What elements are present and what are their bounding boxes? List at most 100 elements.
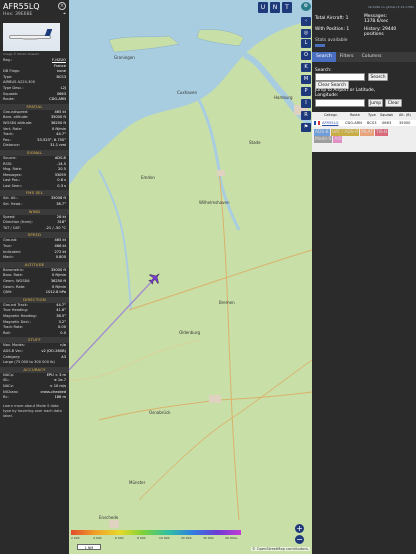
map-view[interactable]: Groningen Cuxhaven Emden Wilhelmshaven S… [69,0,312,554]
zoom-in-button[interactable]: + [295,524,304,533]
aircraft-callsign: AFR55LQ [3,2,40,11]
toggle-r-button[interactable]: R [301,111,311,120]
info-value: 0.800 [55,255,66,260]
map-label: Emden [141,175,155,180]
type-value: BCS3 [56,74,66,79]
legend-item[interactable]: TIS-B [374,129,389,136]
toggle-t-button[interactable]: T [282,2,292,13]
legend-item[interactable]: MLAT [360,129,374,136]
table-row[interactable]: AFR55LQ CDG-ARN BCS3 0663 35000 [312,120,416,126]
aircraft-hex: Hex: 39E68E [3,12,66,17]
section-direction: DIRECTION Ground Track: 44.7° True Heading:… [0,296,69,337]
sidebar-tabs: Search Filters Columns [312,52,416,62]
aircraft-table: Callsign Route Type Squawk Alt. (ft) AFR… [312,112,416,152]
legend-item[interactable]: Mode-S [314,136,333,143]
stats-link[interactable]: Stats available [315,38,347,43]
pin-icon[interactable]: ⌖ [63,11,66,17]
close-icon[interactable]: × [58,2,66,10]
urban-area [217,170,225,176]
jump-label: Jump to Airport or Latitude, Longitude: [315,88,376,99]
toggle-i-button[interactable]: I [301,99,311,108]
clear-button[interactable]: Clear [385,99,402,107]
urban-area [209,395,221,403]
info-row: Sel. Head.: 38.7° [0,202,69,208]
section-stuff: STUFF Nav. Modes: n/a ADS-B Ver.: v2 (DO-260… [0,337,69,365]
altitude-scale-tick: 6 000 [115,536,124,540]
toggle-p-button[interactable]: P [301,87,311,96]
toggle-l-button[interactable]: L [301,39,311,48]
section-fms: FMS SEL Sel. Alt.: 35008 ft Sel. Head.: 38.7… [0,190,69,207]
legend-item[interactable]: AIS [333,136,343,143]
with-pos-label: With Position: [315,27,345,32]
map-label: Enschede [99,515,119,520]
col-callsign[interactable]: Callsign [324,112,337,119]
info-row: TAT / OAT: -21 / -50 °C [0,226,69,232]
info-label: Last Seen: [3,183,22,188]
legend-item[interactable]: ADS-B [314,129,330,136]
total-label: Total Aircraft: [315,16,345,21]
filter-icon[interactable]: ⚑ [301,123,311,132]
col-alt[interactable]: Alt. (ft) [399,112,411,119]
section-altitude: ALTITUDE Barometric: 35000 ft Baro. Rate: 0 … [0,261,69,296]
section-wind: WIND Speed: 26 kt Direction (from): 318° TAT … [0,208,69,232]
legend-item[interactable]: UAT / ADS-R [330,129,360,136]
map-label: Münster [129,480,146,485]
footer-note: Learn more about Mode S data type by hov… [3,403,62,418]
info-label: Roll: [3,330,11,335]
info-label: QNH: [3,290,13,295]
info-label: Distance: [3,143,20,148]
info-value: A3 [61,354,66,359]
toggle-u-button[interactable]: U [258,2,268,13]
urban-area [109,520,119,528]
altitude-scale-tick: 40 000+ [225,536,239,540]
reg-label: Reg.: [3,58,13,62]
tab-columns[interactable]: Columns [358,52,386,62]
col-type[interactable]: Type [368,112,376,119]
with-pos-value: 1 [346,27,350,32]
tab-search[interactable]: Search [312,52,336,62]
col-route[interactable]: Route [350,112,360,119]
jump-button[interactable]: Jump [368,99,383,107]
altitude-scale-tick: 30 000 [203,536,214,540]
info-label: TAT / OAT: [3,225,21,230]
weser-river [197,99,241,231]
toggle-n-button[interactable]: N [270,2,280,13]
section-accuracy: ACCURACY NACp: EPU < 3 m SIL: ≤ 1e-7 NACv: < 1… [0,366,69,401]
toggle-k-button[interactable]: K [301,63,311,72]
map-label: Bremen [219,300,235,305]
altitude-scale-tick: 2 000 [71,536,80,540]
info-value: 186 m [54,395,66,400]
map-label: Groningen [114,55,135,60]
app: AFR55LQ Hex: 39E68E × ⌖ Image © Martin O… [0,0,416,554]
aircraft-photo[interactable] [3,23,60,51]
info-sections: SPATIAL Groundspeed: 465 kt Baro. altitude:… [0,103,69,401]
recenter-icon[interactable]: ◎ [301,29,311,38]
github-link[interactable]: tar1090 on github (3.14.1796) [368,5,414,9]
settings-gear-icon[interactable]: ⚙ [301,2,311,11]
map-copyright[interactable]: © OpenStreetMap contributors. [251,547,310,551]
col-squawk[interactable]: Squawk [380,112,393,119]
map-label: Hamburg [274,95,293,100]
info-value: 0.3 s [57,183,66,188]
history-stat: History: 29440 positions [364,27,414,38]
hex-label: Hex: [3,12,14,17]
jump-input[interactable] [315,99,365,107]
info-row: Mach: 0.800 [0,255,69,261]
collapse-sidebar-chevron-icon[interactable]: ‹ [301,17,311,26]
search-button[interactable]: Search [368,73,388,81]
road [69,339,200,381]
info-value: -21 / -50 °C [45,225,66,230]
search-input[interactable] [315,73,365,81]
info-row: Large (75 000 to 300 000 lb) [0,360,69,366]
info-row: Distance: 31.1 nmi [0,143,69,149]
info-label: Large (75 000 to 300 000 lb) [3,360,55,365]
toggle-o-button[interactable]: O [301,51,311,60]
toggle-m-button[interactable]: M [301,75,311,84]
info-row: QNH: 1012.8 hPa [0,290,69,296]
info-value: 31.1 nmi [50,143,66,148]
row-callsign[interactable]: AFR55LQ [322,120,338,126]
tab-filters[interactable]: Filters [336,52,358,62]
zoom-out-button[interactable]: − [295,535,304,544]
altitude-scale-tick: 10 000 [159,536,170,540]
info-row: Roll: 0.0 [0,331,69,337]
